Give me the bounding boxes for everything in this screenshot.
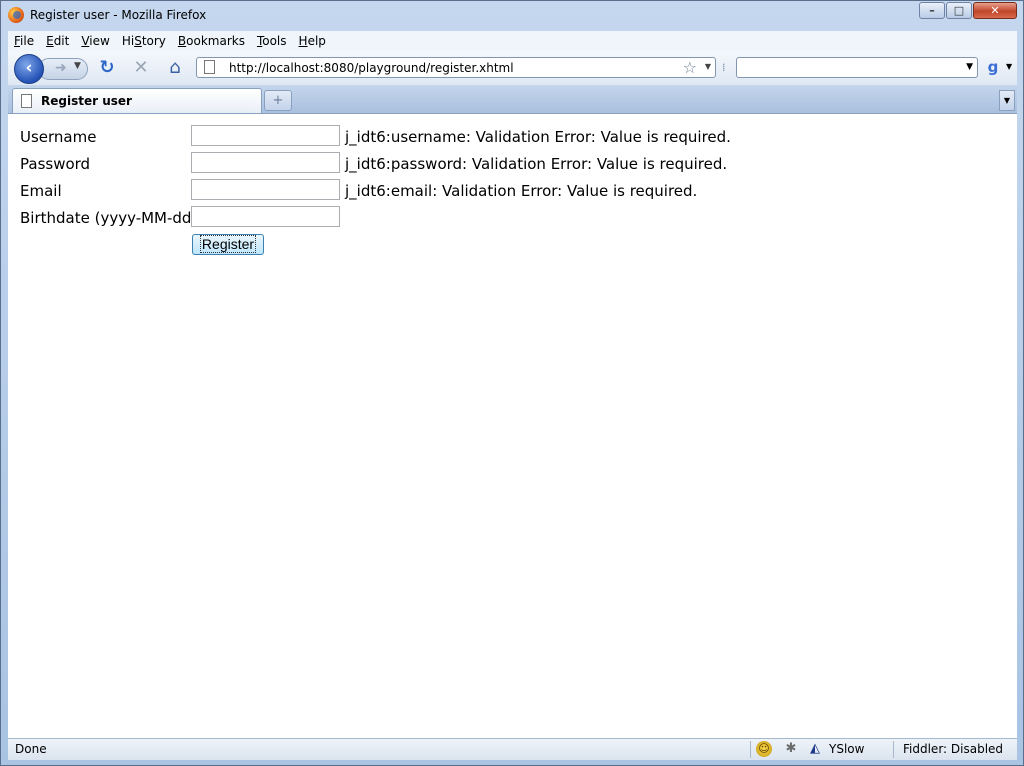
tab-label: Register user — [41, 94, 132, 108]
home-icon[interactable]: ⌂ — [164, 57, 186, 79]
menu-help[interactable]: Help — [293, 34, 332, 48]
forward-arrow-icon: ➜ — [55, 60, 67, 76]
form-row-birthdate: Birthdate (yyyy-MM-dd) — [20, 206, 1010, 228]
menu-tools-label: ools — [262, 34, 287, 48]
status-text: Done — [15, 742, 47, 756]
yslow-icon[interactable]: ◭ — [807, 741, 823, 757]
firebug-icon[interactable]: ✱ — [783, 741, 799, 757]
password-field[interactable] — [191, 152, 340, 173]
menu-edit-label: dit — [53, 34, 70, 48]
new-tab-button[interactable]: + — [264, 90, 292, 111]
register-button-label: Register — [199, 235, 257, 253]
menu-help-accel: H — [298, 34, 308, 48]
menu-history-prefix: Hi — [121, 34, 135, 48]
url-dropdown-icon[interactable]: ▼ — [705, 62, 711, 71]
status-divider — [750, 741, 751, 758]
menu-file-label: ile — [20, 34, 35, 48]
close-button[interactable]: ✕ — [973, 2, 1017, 19]
menu-tools[interactable]: Tools — [251, 34, 293, 48]
menu-view[interactable]: View — [75, 34, 115, 48]
window-title: Register user - Mozilla Firefox — [30, 8, 207, 22]
password-error: j_idt6:password: Validation Error: Value… — [345, 155, 728, 173]
menu-history[interactable]: HiStory — [116, 34, 172, 48]
menu-bookmarks[interactable]: Bookmarks — [172, 34, 251, 48]
username-field[interactable] — [191, 125, 340, 146]
email-field[interactable] — [191, 179, 340, 200]
menu-history-accel: S — [134, 34, 142, 48]
title-bar: Register user - Mozilla Firefox – □ ✕ — [1, 1, 1023, 29]
google-icon[interactable]: g — [984, 58, 1002, 76]
stop-icon[interactable]: ✕ — [130, 57, 152, 79]
page-icon — [21, 94, 32, 108]
form-row-username: Username j_idt6:username: Validation Err… — [20, 125, 1010, 147]
list-all-tabs-icon[interactable]: ▼ — [999, 90, 1015, 111]
window-controls: – □ ✕ — [918, 2, 1017, 19]
username-label: Username — [20, 128, 97, 146]
menu-edit-accel: E — [46, 34, 54, 48]
search-engine-dropdown-icon[interactable]: ▼ — [1006, 62, 1012, 71]
menu-file[interactable]: File — [8, 34, 40, 48]
email-error: j_idt6:email: Validation Error: Value is… — [345, 182, 698, 200]
menu-bookmarks-label: ookmarks — [186, 34, 245, 48]
form-row-email: Email j_idt6:email: Validation Error: Va… — [20, 179, 1010, 201]
back-arrow-icon: ‹ — [25, 58, 33, 78]
forward-button[interactable]: ➜ ▼ — [38, 58, 88, 80]
menu-view-label: iew — [89, 34, 110, 48]
email-label: Email — [20, 182, 62, 200]
minimize-icon: – — [929, 4, 935, 17]
menu-bar: File Edit View HiStory Bookmarks Tools H… — [8, 31, 1017, 51]
tab-strip: Register user + ▼ — [8, 85, 1017, 114]
menu-bookmarks-accel: B — [177, 34, 187, 48]
maximize-icon: □ — [953, 4, 965, 17]
greasemonkey-icon[interactable]: ☺ — [756, 741, 772, 757]
minimize-button[interactable]: – — [919, 2, 945, 19]
url-text[interactable]: http://localhost:8080/playground/registe… — [229, 61, 514, 75]
search-input[interactable]: ▼ — [736, 57, 978, 78]
toolbar-grip-icon[interactable]: ⁞ — [722, 61, 726, 74]
reload-icon[interactable]: ↻ — [96, 57, 118, 79]
status-bar: Done ☺ ✱ ◭ YSlow Fiddler: Disabled — [8, 738, 1017, 760]
maximize-button[interactable]: □ — [946, 2, 972, 19]
form-row-password: Password j_idt6:password: Validation Err… — [20, 152, 1010, 174]
username-error: j_idt6:username: Validation Error: Value… — [345, 128, 731, 146]
close-icon: ✕ — [990, 4, 1000, 17]
page-content: Username j_idt6:username: Validation Err… — [8, 114, 1017, 738]
menu-edit[interactable]: Edit — [40, 34, 75, 48]
fiddler-status[interactable]: Fiddler: Disabled — [903, 742, 1003, 756]
history-dropdown-icon[interactable]: ▼ — [74, 61, 81, 71]
back-button[interactable]: ‹ — [14, 54, 44, 84]
menu-help-label: elp — [307, 34, 326, 48]
navigation-toolbar: ➜ ▼ ‹ ↻ ✕ ⌂ http://localhost:8080/playgro… — [8, 51, 1017, 85]
menu-history-label: tory — [141, 34, 166, 48]
tab-register-user[interactable]: Register user — [12, 88, 262, 113]
url-bar[interactable]: http://localhost:8080/playground/registe… — [196, 57, 716, 78]
birthdate-label: Birthdate (yyyy-MM-dd) — [20, 209, 198, 227]
browser-window: Register user - Mozilla Firefox – □ ✕ Fi… — [0, 0, 1024, 766]
yslow-label[interactable]: YSlow — [829, 742, 864, 756]
status-divider — [893, 741, 894, 758]
search-dropdown-icon[interactable]: ▼ — [966, 62, 973, 72]
star-icon[interactable]: ☆ — [683, 58, 697, 77]
birthdate-field[interactable] — [191, 206, 340, 227]
firefox-logo-icon — [8, 7, 24, 23]
page-icon — [204, 60, 215, 74]
register-button[interactable]: Register — [192, 234, 264, 255]
password-label: Password — [20, 155, 91, 173]
